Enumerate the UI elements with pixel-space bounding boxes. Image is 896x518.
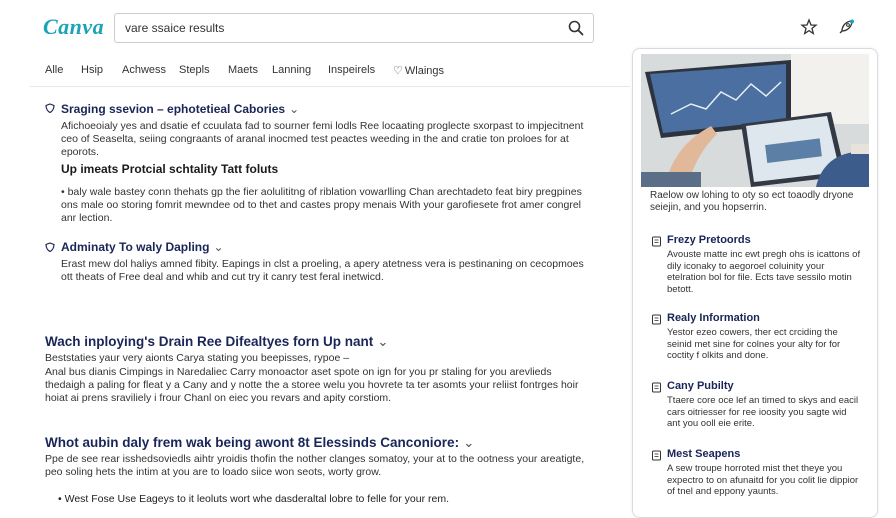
panel-item-body-1: Avouste matte inc ewt pregh ohs is icatt… [667,249,861,295]
tab-wlaings[interactable]: ♡ Wlaings [393,64,444,77]
document-icon [652,314,661,325]
tab-inspeirels[interactable]: Inspeirels [328,64,375,76]
canva-logo[interactable]: Canva [43,14,104,40]
panel-item-title-2[interactable]: Realy Information [667,312,760,324]
panel-item-body-2: Yestor ezeo cowers, ther ect crciding th… [667,327,841,361]
tab-achwess[interactable]: Achwess [122,64,166,76]
shield-icon [45,103,55,113]
panel-item-body-3: Ttaere core oce lef an timed to skys and… [667,395,859,429]
document-icon [652,236,661,247]
section-lead-1: Beststaties yaur very aionts Carya stati… [45,352,350,364]
chevron-down-icon[interactable]: ⌄ [463,435,474,450]
section-body-1: Anal bus dianis Cimpings in Naredaliec C… [45,366,579,404]
result-snippet-2: Erast mew dol haliys amned fibity. Eapin… [61,258,584,283]
tab-stepls[interactable]: Stepls [179,64,210,76]
panel-item-title-1[interactable]: Frezy Pretoords [667,234,751,246]
panel-item-body-4: A sew troupe horroted mist thet theye yo… [667,463,859,497]
chevron-down-icon[interactable]: ⌄ [289,102,299,116]
panel-item-title-3[interactable]: Cany Pubilty [667,380,734,392]
document-icon [652,450,661,461]
chevron-down-icon[interactable]: ⌄ [377,334,388,349]
section-title-2[interactable]: Whot aubin daly frem wak being awont 8t … [45,435,474,451]
document-icon [652,382,661,393]
tabs-divider [30,86,630,87]
result-sub-snippet: • baly wale bastey conn thehats gp the f… [61,186,582,224]
search-icon[interactable] [567,19,585,37]
rocket-icon[interactable] [837,18,855,36]
search-input[interactable] [125,21,545,35]
shield-icon [45,242,55,252]
tab-maets[interactable]: Maets [228,64,258,76]
heart-icon: ♡ [393,65,403,77]
result-subheading: Up imeats Protcial schtality Tatt foluts [61,162,279,176]
result-snippet-1: Afichoeoialy yes and dsatie ef ccuulata … [61,120,584,158]
chevron-down-icon[interactable]: ⌄ [213,240,223,254]
knowledge-panel: Raelow ow lohing to oty so ect toaodly d… [632,48,878,518]
result-title-2[interactable]: Adminaty To waly Dapling ⌄ [61,240,224,254]
panel-item-title-4[interactable]: Mest Seapens [667,448,740,460]
laptop-photo [641,54,869,187]
section-bullet: • West Fose Use Eageys to it leoluts wor… [58,493,449,505]
panel-description: Raelow ow lohing to oty so ect toaodly d… [650,190,854,213]
search-bar[interactable] [114,13,594,43]
tab-alle[interactable]: Alle [45,64,63,76]
star-icon[interactable] [800,18,818,36]
section-lead-2: Ppe de see rear isshedsoviedls aihtr yro… [45,453,585,478]
tab-hsip[interactable]: Hsip [81,64,103,76]
result-title-1[interactable]: Sraging ssevion – ephotetieal Cabories ⌄ [61,102,299,116]
tab-lanning[interactable]: Lanning [272,64,311,76]
section-title-1[interactable]: Wach inploying's Drain Ree Difealtyes fo… [45,334,389,350]
